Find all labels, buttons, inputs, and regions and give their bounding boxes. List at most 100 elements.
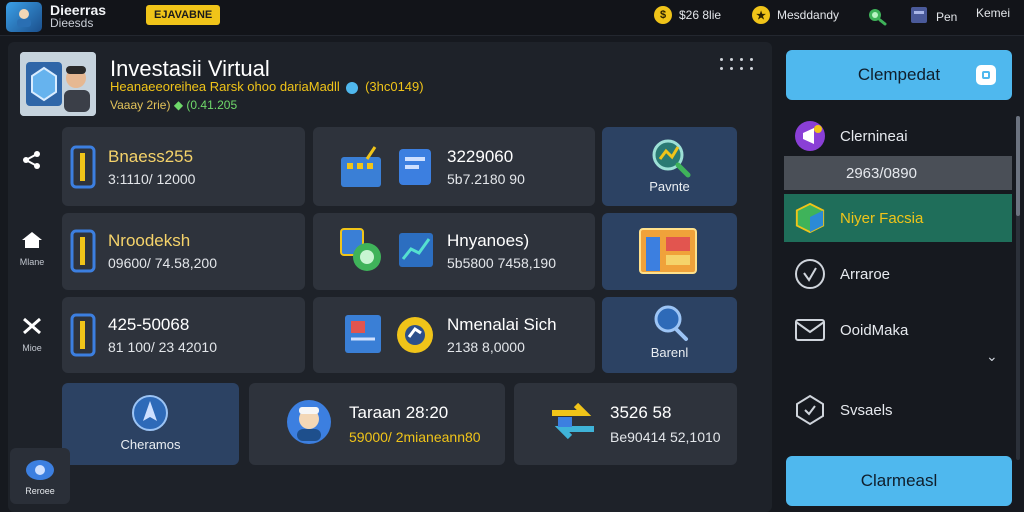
top-bar: Dieerras Dieesds EJAVABNE $ $26 8lie ★ M… bbox=[0, 0, 1024, 36]
status-badge[interactable]: EJAVABNE bbox=[146, 5, 221, 25]
cube-icon bbox=[794, 202, 826, 234]
profile-button[interactable]: Pen bbox=[910, 6, 957, 27]
page-subtitle-code: (3hc0149) bbox=[365, 79, 424, 94]
right-item-label: OoidMaka bbox=[840, 321, 909, 339]
app-subtitle: Dieesds bbox=[50, 16, 94, 30]
megaphone-icon bbox=[794, 120, 826, 152]
right-item-1[interactable]: Clernineai bbox=[784, 118, 1012, 154]
asset-card-11[interactable]: Taraan 28:20 59000/ 2mianeann80 bbox=[249, 383, 505, 465]
right-item-label: Arraroe bbox=[840, 265, 891, 283]
search-card[interactable]: Barenl bbox=[602, 297, 737, 373]
shortcut-label: Reroee bbox=[25, 486, 55, 496]
building-card[interactable] bbox=[602, 213, 737, 290]
bar-icon bbox=[70, 313, 98, 362]
card-value: 59000/ 2mianeann80 bbox=[349, 429, 481, 445]
side-nav-label: Mlane bbox=[19, 257, 45, 267]
more-options-icon[interactable] bbox=[716, 54, 756, 76]
page-subtitle-text: Heanaeeoreihea Rarsk ohoo dariaMadll bbox=[110, 79, 340, 94]
search-icon bbox=[866, 6, 888, 29]
right-item-label: Niyer Facsia bbox=[840, 209, 924, 227]
card-label: Cheramos bbox=[120, 437, 181, 452]
card-title: Nmenalai Sich bbox=[447, 315, 557, 334]
private-card[interactable]: Pavnte bbox=[602, 127, 737, 206]
right-item-6[interactable]: Svsaels bbox=[784, 392, 1012, 428]
coins-value: $26 8lie bbox=[679, 8, 722, 22]
search-chart-icon bbox=[648, 135, 692, 184]
mastery-indicator[interactable]: ★ Mesddandy bbox=[752, 6, 839, 24]
brand[interactable]: Dieerras Dieesds bbox=[6, 2, 106, 32]
share-icon bbox=[21, 151, 43, 174]
search-button[interactable] bbox=[866, 6, 888, 29]
top-action-button[interactable]: Clempedat bbox=[786, 50, 1012, 100]
profile-label: Pen bbox=[936, 9, 958, 24]
side-nav-home[interactable]: Mlane bbox=[14, 230, 50, 267]
card-value: 09600/ 74.58,200 bbox=[108, 255, 217, 271]
asset-card-1[interactable]: Bnaess255 3:1110/ 12000 bbox=[62, 127, 305, 206]
bar-icon bbox=[70, 229, 98, 278]
page-meta-prefix: Vaaay 2rie) bbox=[110, 98, 171, 112]
home-icon bbox=[21, 232, 43, 254]
card-value: 5b7.2180 90 bbox=[447, 171, 525, 187]
building-icon bbox=[636, 223, 700, 284]
mastery-label: Mesddandy bbox=[777, 8, 840, 22]
card-title: 425-50068 bbox=[108, 315, 190, 334]
card-value: Be90414 52,1010 bbox=[610, 429, 721, 445]
bar-icon bbox=[70, 145, 98, 194]
card-title: Hnyanoes) bbox=[447, 231, 530, 250]
card-title: Taraan 28:20 bbox=[349, 403, 449, 422]
side-nav-label: Mioe bbox=[22, 343, 42, 353]
chart-building-icon bbox=[339, 145, 439, 194]
app-logo-icon bbox=[6, 2, 42, 32]
asset-card-7[interactable]: 425-50068 81 100/ 23 42010 bbox=[62, 297, 305, 373]
coin-icon: $ bbox=[654, 6, 672, 24]
person-badge-icon bbox=[285, 397, 333, 452]
asset-card-2[interactable]: 3229060 5b7.2180 90 bbox=[313, 127, 595, 206]
asset-card-12[interactable]: 3526 58 Be90414 52,1010 bbox=[514, 383, 737, 465]
top-action-label: Clempedat bbox=[857, 65, 941, 84]
card-title: 3526 58 bbox=[610, 403, 672, 422]
bottom-action-label: Clarmeasl bbox=[860, 471, 938, 490]
card-title: Nroodeksh bbox=[108, 231, 191, 250]
bottom-action-button[interactable]: Clarmeasl bbox=[786, 456, 1012, 506]
asset-card-8[interactable]: Nmenalai Sich 2138 8,0000 bbox=[313, 297, 595, 373]
coins-indicator[interactable]: $ $26 8lie bbox=[654, 6, 721, 24]
right-item-5[interactable]: OoidMaka bbox=[784, 312, 1012, 348]
up-arrow-icon: ◆ bbox=[173, 98, 184, 112]
programs-card[interactable]: Cheramos bbox=[62, 383, 239, 465]
page-subtitle: Heanaeeoreihea Rarsk ohoo dariaMadll (3h… bbox=[110, 79, 424, 94]
search-icon bbox=[650, 303, 690, 348]
menu-label[interactable]: Kemei bbox=[976, 6, 1010, 20]
profile-icon bbox=[910, 6, 928, 27]
side-nav-share[interactable] bbox=[14, 150, 50, 175]
right-item-4[interactable]: Arraroe bbox=[784, 256, 1012, 292]
scrollbar-thumb[interactable] bbox=[1016, 116, 1020, 216]
card-value: 81 100/ 23 42010 bbox=[108, 339, 217, 355]
card-value: 5b5800 7458,190 bbox=[447, 255, 556, 271]
right-item-label: Clernineai bbox=[840, 127, 908, 145]
document-chart-icon bbox=[339, 311, 439, 366]
asset-card-4[interactable]: Nroodeksh 09600/ 74.58,200 bbox=[62, 213, 305, 290]
card-title: Bnaess255 bbox=[108, 147, 194, 166]
bottom-left-shortcut[interactable]: Reroee bbox=[10, 448, 70, 504]
shield-icon bbox=[794, 394, 826, 426]
chevron-down-icon[interactable]: ⌄ bbox=[986, 348, 998, 365]
growth-globe-icon bbox=[339, 227, 439, 282]
card-label: Pavnte bbox=[649, 179, 690, 194]
page-meta: Vaaay 2rie) ◆ (0.41.205 bbox=[110, 98, 237, 112]
right-item-2[interactable]: 2963/0890 bbox=[784, 156, 1012, 190]
card-label: Barenl bbox=[650, 345, 689, 360]
checkmark-circle-icon bbox=[794, 258, 826, 290]
tools-icon bbox=[21, 317, 43, 340]
right-item-3[interactable]: Niyer Facsia bbox=[784, 194, 1012, 242]
mail-icon bbox=[794, 314, 826, 346]
rocket-icon bbox=[130, 393, 170, 438]
card-value: 3:1110/ 12000 bbox=[108, 171, 196, 187]
wallet-icon bbox=[976, 65, 996, 85]
avatar[interactable] bbox=[20, 52, 96, 116]
right-item-label: Svsaels bbox=[840, 401, 893, 419]
side-nav-tools[interactable]: Mioe bbox=[14, 316, 50, 353]
eye-icon bbox=[24, 456, 56, 489]
exchange-icon bbox=[548, 399, 598, 450]
star-coin-icon: ★ bbox=[752, 6, 770, 24]
asset-card-5[interactable]: Hnyanoes) 5b5800 7458,190 bbox=[313, 213, 595, 290]
